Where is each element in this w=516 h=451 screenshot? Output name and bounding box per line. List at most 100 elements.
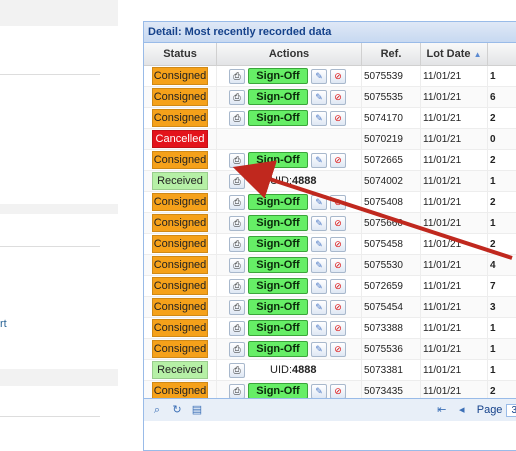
sign-off-button[interactable]: Sign-Off xyxy=(248,278,308,294)
print-icon[interactable]: ⎙ xyxy=(229,258,245,273)
pencil-icon[interactable]: ✎ xyxy=(311,321,327,336)
status-cell: Consigned xyxy=(144,255,217,276)
status-cell: Received xyxy=(144,360,217,381)
print-icon[interactable]: ⎙ xyxy=(229,216,245,231)
no-entry-icon[interactable]: ⊘ xyxy=(330,216,346,231)
print-icon[interactable]: ⎙ xyxy=(229,237,245,252)
table-row[interactable]: Consigned⎙Sign-Off✎⊘507266511/01/212 xyxy=(144,150,516,171)
print-icon[interactable]: ⎙ xyxy=(229,279,245,294)
pencil-icon[interactable]: ✎ xyxy=(311,384,327,399)
status-badge: Received xyxy=(152,172,208,190)
grid-title: Detail: Most recently recorded data xyxy=(144,22,516,43)
lot-date-cell: 11/01/21 xyxy=(421,318,488,339)
pencil-icon[interactable]: ✎ xyxy=(311,111,327,126)
print-icon[interactable]: ⎙ xyxy=(229,195,245,210)
column-header-lot-date[interactable]: Lot Date ▲ xyxy=(421,43,488,66)
page-number-input[interactable]: 3 xyxy=(506,404,516,417)
pencil-icon[interactable]: ✎ xyxy=(311,258,327,273)
ref-cell: 5073388 xyxy=(362,318,421,339)
magnifier-icon[interactable]: ⌕ xyxy=(150,403,164,417)
sign-off-button[interactable]: Sign-Off xyxy=(248,89,308,105)
table-row[interactable]: Consigned⎙Sign-Off✎⊘507566011/01/211 xyxy=(144,213,516,234)
pencil-icon[interactable]: ✎ xyxy=(311,69,327,84)
actions-group: ⎙Sign-Off✎⊘ xyxy=(219,152,359,168)
pencil-icon[interactable]: ✎ xyxy=(311,300,327,315)
print-icon[interactable]: ⎙ xyxy=(229,321,245,336)
lot-date-cell: 11/01/21 xyxy=(421,297,488,318)
detail-grid-panel: Detail: Most recently recorded data Stat… xyxy=(143,21,516,451)
pencil-icon[interactable]: ✎ xyxy=(311,279,327,294)
table-row[interactable]: Consigned⎙Sign-Off✎⊘507417011/01/212 xyxy=(144,108,516,129)
actions-cell: ⎙Sign-Off✎⊘ xyxy=(217,318,362,339)
sign-off-button[interactable]: Sign-Off xyxy=(248,320,308,336)
print-icon[interactable]: ⎙ xyxy=(229,174,245,189)
status-badge: Consigned xyxy=(152,340,208,358)
sign-off-button[interactable]: Sign-Off xyxy=(248,68,308,84)
ref-cell: 5072659 xyxy=(362,276,421,297)
table-row[interactable]: Consigned⎙Sign-Off✎⊘507553511/01/216 xyxy=(144,87,516,108)
actions-group: ⎙Sign-Off✎⊘ xyxy=(219,194,359,210)
ref-cell: 5073381 xyxy=(362,360,421,381)
no-entry-icon[interactable]: ⊘ xyxy=(330,342,346,357)
sign-off-button[interactable]: Sign-Off xyxy=(248,236,308,252)
pencil-icon[interactable]: ✎ xyxy=(311,153,327,168)
print-icon[interactable]: ⎙ xyxy=(229,342,245,357)
pencil-icon[interactable]: ✎ xyxy=(311,90,327,105)
table-row[interactable]: Consigned⎙Sign-Off✎⊘507545411/01/213 xyxy=(144,297,516,318)
table-row[interactable]: Consigned⎙Sign-Off✎⊘507553011/01/214 xyxy=(144,255,516,276)
print-icon[interactable]: ⎙ xyxy=(229,363,245,378)
sign-off-button[interactable]: Sign-Off xyxy=(248,215,308,231)
pencil-icon[interactable]: ✎ xyxy=(311,216,327,231)
print-icon[interactable]: ⎙ xyxy=(229,111,245,126)
print-icon[interactable]: ⎙ xyxy=(229,69,245,84)
sign-off-button[interactable]: Sign-Off xyxy=(248,194,308,210)
no-entry-icon[interactable]: ⊘ xyxy=(330,384,346,399)
no-entry-icon[interactable]: ⊘ xyxy=(330,195,346,210)
table-row[interactable]: Consigned⎙Sign-Off✎⊘507265911/01/217 xyxy=(144,276,516,297)
first-page-icon[interactable]: ⇤ xyxy=(435,403,449,417)
pencil-icon[interactable]: ✎ xyxy=(311,195,327,210)
table-row[interactable]: Cancelled507021911/01/210 xyxy=(144,129,516,150)
actions-cell: ⎙Sign-Off✎⊘ xyxy=(217,276,362,297)
table-row[interactable]: Received⎙UID:4888507338111/01/211 xyxy=(144,360,516,381)
table-row[interactable]: Consigned⎙Sign-Off✎⊘507553611/01/211 xyxy=(144,339,516,360)
grid-header-row: Status Actions Ref. Lot Date ▲ xyxy=(144,43,516,66)
print-icon[interactable]: ⎙ xyxy=(229,384,245,399)
sign-off-button[interactable]: Sign-Off xyxy=(248,341,308,357)
table-row[interactable]: Consigned⎙Sign-Off✎⊘507338811/01/211 xyxy=(144,318,516,339)
column-header-extra[interactable] xyxy=(488,43,516,66)
no-entry-icon[interactable]: ⊘ xyxy=(330,300,346,315)
sign-off-button[interactable]: Sign-Off xyxy=(248,257,308,273)
no-entry-icon[interactable]: ⊘ xyxy=(330,237,346,252)
column-header-actions[interactable]: Actions xyxy=(217,43,362,66)
document-icon[interactable]: ▤ xyxy=(190,403,204,417)
pencil-icon[interactable]: ✎ xyxy=(311,237,327,252)
print-icon[interactable]: ⎙ xyxy=(229,90,245,105)
no-entry-icon[interactable]: ⊘ xyxy=(330,69,346,84)
no-entry-icon[interactable]: ⊘ xyxy=(330,321,346,336)
sign-off-button[interactable]: Sign-Off xyxy=(248,110,308,126)
pencil-icon[interactable]: ✎ xyxy=(311,342,327,357)
print-icon[interactable]: ⎙ xyxy=(229,153,245,168)
no-entry-icon[interactable]: ⊘ xyxy=(330,258,346,273)
table-row[interactable]: Consigned⎙Sign-Off✎⊘507545811/01/212 xyxy=(144,234,516,255)
left-link-fragment[interactable]: rt xyxy=(0,318,7,330)
no-entry-icon[interactable]: ⊘ xyxy=(330,153,346,168)
table-row[interactable]: Consigned⎙Sign-Off✎⊘507553911/01/211 xyxy=(144,66,516,87)
column-header-status[interactable]: Status xyxy=(144,43,217,66)
no-entry-icon[interactable]: ⊘ xyxy=(330,279,346,294)
status-cell: Consigned xyxy=(144,192,217,213)
sign-off-button[interactable]: Sign-Off xyxy=(248,383,308,399)
sign-off-button[interactable]: Sign-Off xyxy=(248,299,308,315)
table-row[interactable]: Consigned⎙Sign-Off✎⊘507540811/01/212 xyxy=(144,192,516,213)
uid-value: 4888 xyxy=(292,175,316,187)
refresh-icon[interactable]: ↻ xyxy=(170,403,184,417)
table-row[interactable]: Received⎙UID:4888507400211/01/211 xyxy=(144,171,516,192)
print-icon[interactable]: ⎙ xyxy=(229,300,245,315)
previous-page-icon[interactable]: ◂ xyxy=(455,403,469,417)
column-header-ref[interactable]: Ref. xyxy=(362,43,421,66)
no-entry-icon[interactable]: ⊘ xyxy=(330,90,346,105)
uid-prefix: UID: xyxy=(270,175,292,187)
sign-off-button[interactable]: Sign-Off xyxy=(248,152,308,168)
no-entry-icon[interactable]: ⊘ xyxy=(330,111,346,126)
